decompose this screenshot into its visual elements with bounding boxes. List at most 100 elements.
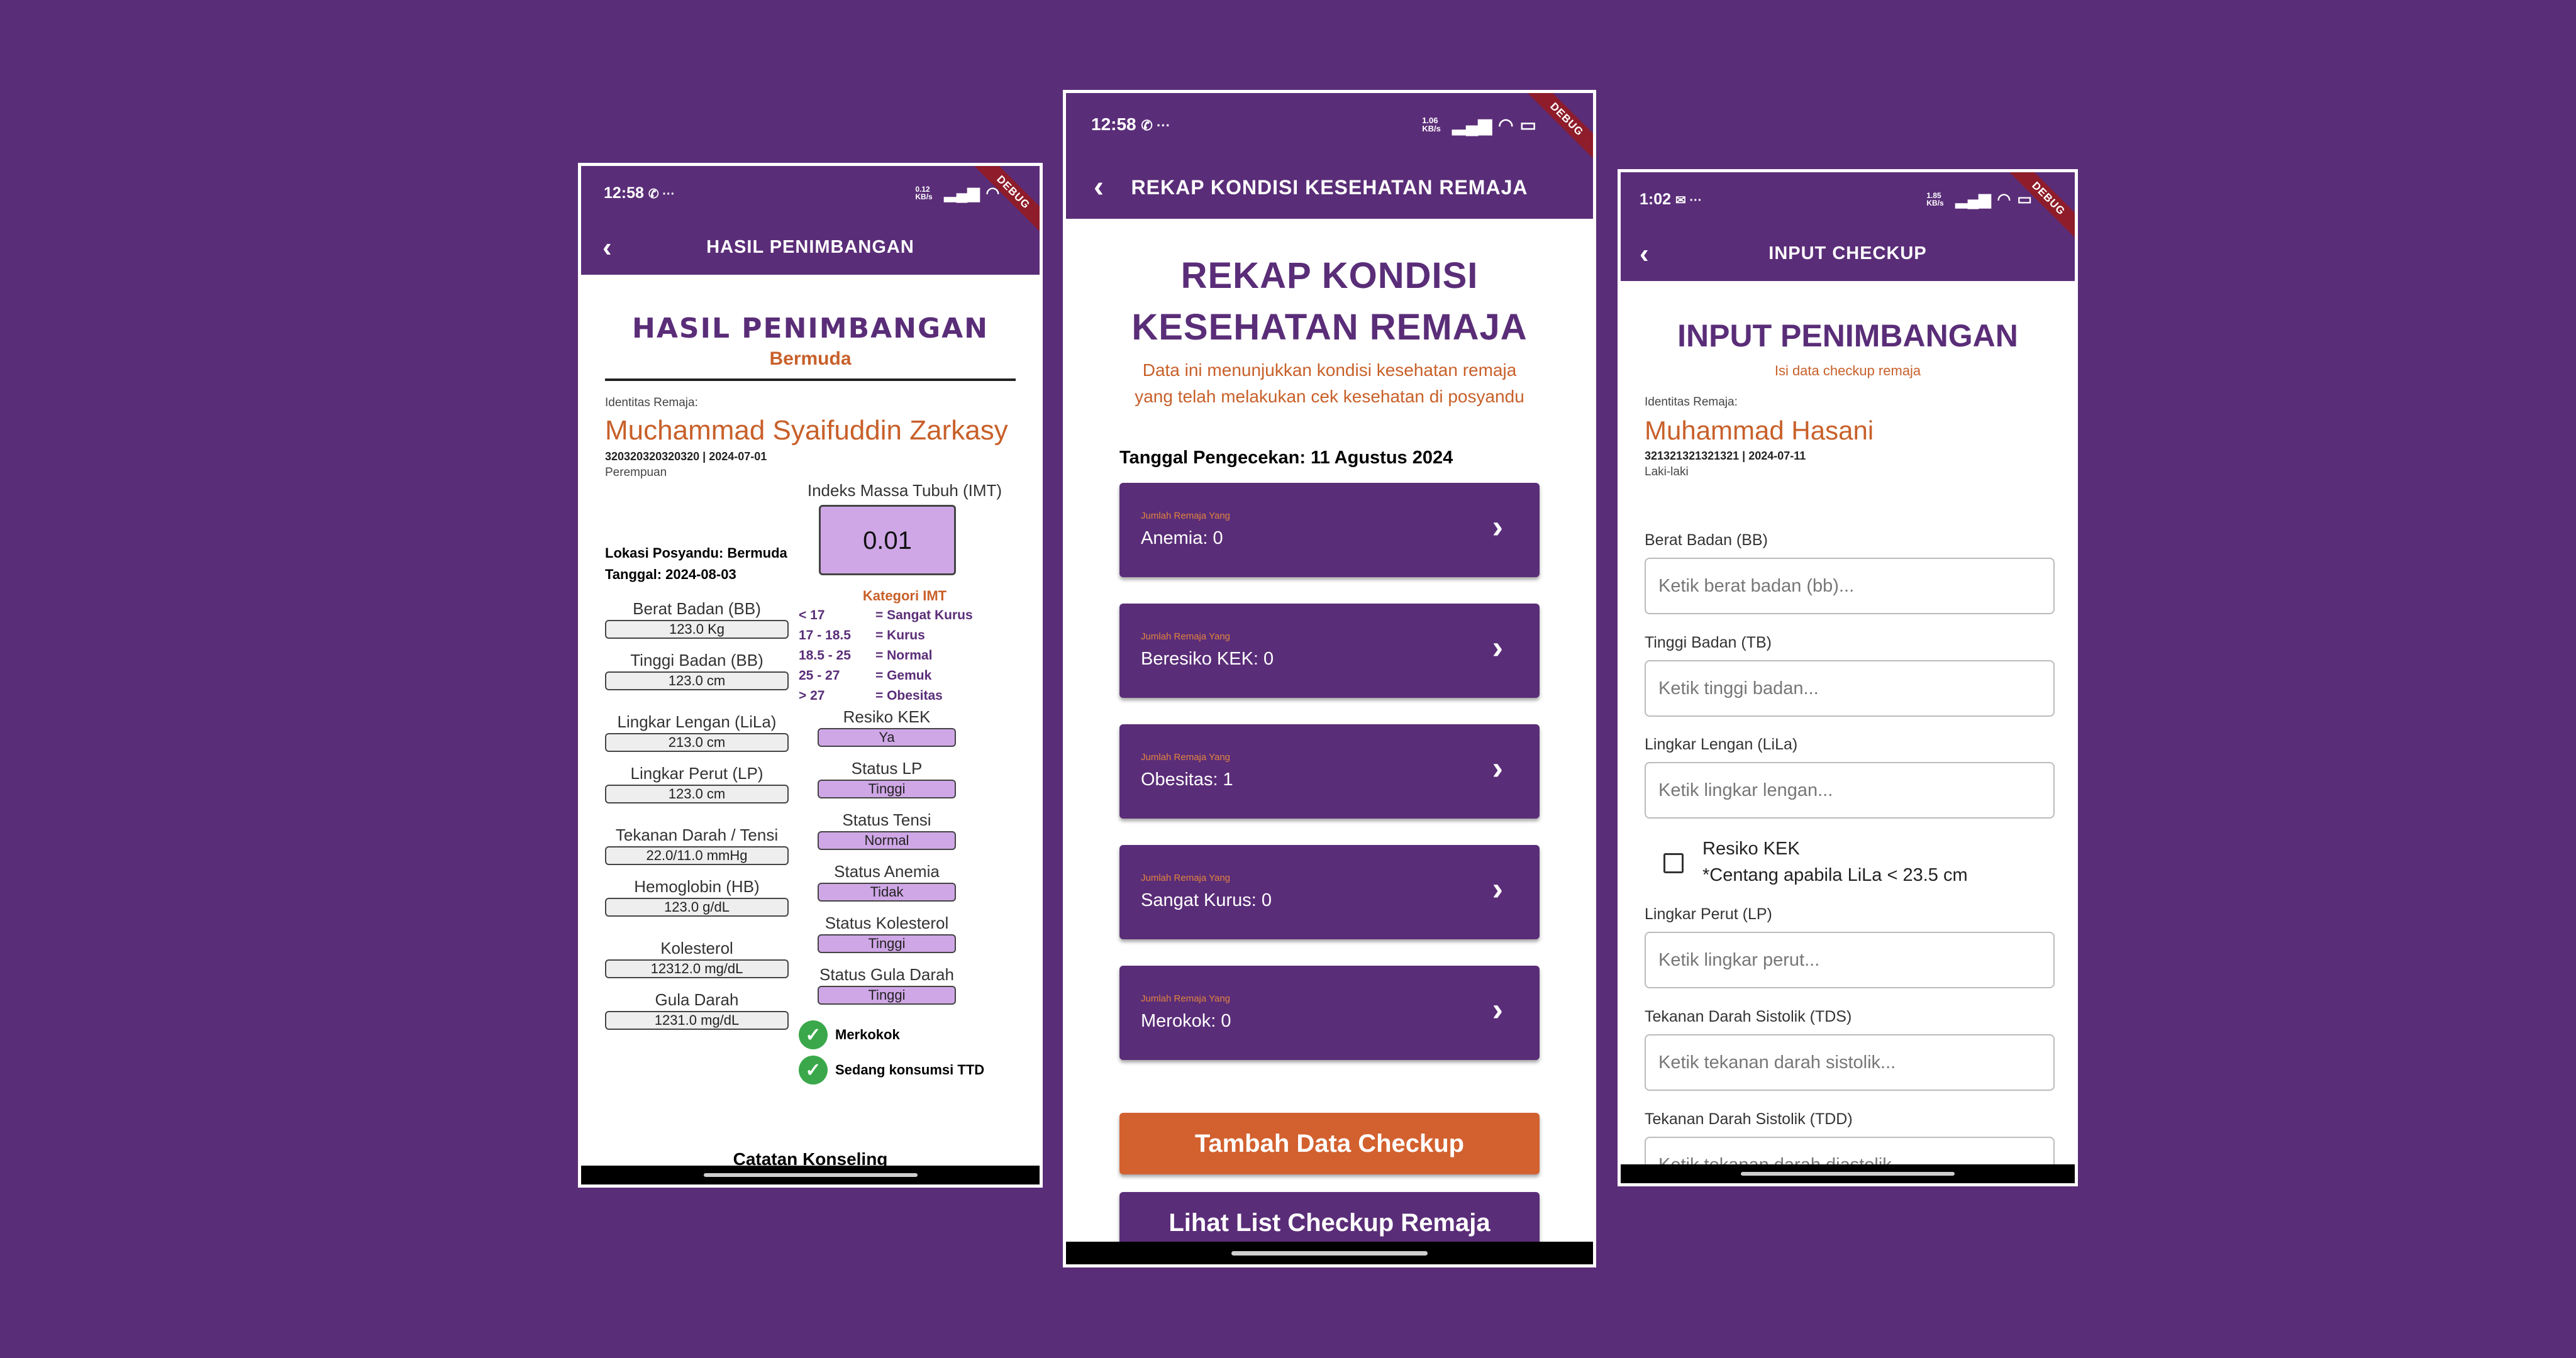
description-line: yang telah melakukan cek kesehatan di po… (1135, 387, 1524, 406)
back-arrow-icon[interactable]: ‹ (1094, 172, 1104, 202)
network-speed: 0.12 KB/s (915, 185, 933, 201)
field-value: 123.0 g/dL (605, 898, 789, 917)
phone-hasil-penimbangan: DEBUG 12:58 ✆ ··· 0.12 KB/s▂▄▆◠▭ ‹ HASIL… (578, 163, 1043, 1188)
status-value: Ya (818, 728, 956, 747)
checkbox-label-line: Resiko KEK (1702, 839, 1800, 859)
card-value: Obesitas: 1 (1141, 770, 1233, 790)
status-kolesterol: Status Kolesterol Tinggi (818, 914, 956, 953)
divider (605, 378, 1016, 381)
status-value: Normal (818, 831, 956, 850)
top-bar: DEBUG 12:58 ✆ ··· 0.12 KB/s▂▄▆◠▭ ‹ HASIL… (581, 166, 1040, 275)
card-obesitas[interactable]: Jumlah Remaja Yang Obesitas: 1 › (1119, 724, 1540, 819)
kategori-desc: = Obesitas (875, 688, 943, 703)
status-icons: ✆ ··· (1141, 118, 1170, 133)
field-tekanan-darah: Tekanan Darah / Tensi 22.0/11.0 mmHg (605, 825, 789, 865)
status-label: Resiko KEK (843, 707, 931, 726)
input-lingkar-perut[interactable]: Ketik lingkar perut... (1645, 932, 2055, 988)
phone-input-checkup: DEBUG 1:02 ✉ ··· 1.85 KB/s ▂▄▆ ◠ ▭ ‹ INPUT … (1618, 169, 2078, 1186)
check-label: Merkokok (835, 1027, 900, 1042)
nav-bar (581, 1166, 1040, 1184)
status-resiko-kek: Resiko KEK Ya (818, 707, 956, 747)
card-caption: Jumlah Remaja Yang (1141, 631, 1231, 642)
back-arrow-icon[interactable]: ‹ (602, 233, 612, 262)
field-gula-darah: Gula Darah 1231.0 mg/dL (605, 990, 789, 1030)
tanggal-pengecekan: Tanggal Pengecekan: 11 Agustus 2024 (1119, 448, 1453, 468)
field-value: 1231.0 mg/dL (605, 1011, 789, 1030)
input-berat-badan[interactable]: Ketik berat badan (bb)... (1645, 558, 2055, 614)
kategori-row: < 17 = Sangat Kurus (799, 608, 973, 623)
page-title: HASIL PENIMBANGAN (632, 312, 989, 345)
app-bar: ‹ REKAP KONDISI KESEHATAN REMAJA (1066, 156, 1593, 219)
status-bar: 12:58 ✆ ··· 1.06 KB/s ▂▄▆ ◠ ▭ (1066, 93, 1593, 156)
status-value: Tidak (818, 883, 956, 902)
chevron-right-icon: › (1492, 871, 1503, 907)
kategori-imt-label: Kategori IMT (862, 588, 947, 604)
input-tds[interactable]: Ketik tekanan darah sistolik... (1645, 1034, 2055, 1091)
field-value: 123.0 cm (605, 671, 789, 690)
label-berat-badan: Berat Badan (BB) (1645, 531, 1768, 549)
imt-value: 0.01 (819, 505, 956, 575)
label-lingkar-lengan: Lingkar Lengan (LiLa) (1645, 736, 1798, 753)
page-title-line: REKAP KONDISI (1180, 255, 1479, 296)
card-anemia[interactable]: Jumlah Remaja Yang Anemia: 0 › (1119, 483, 1540, 577)
identity-label: Identitas Remaja: (605, 396, 698, 409)
field-berat-badan: Berat Badan (BB) 123.0 Kg (605, 599, 789, 639)
field-lingkar-perut: Lingkar Perut (LP) 123.0 cm (605, 764, 789, 803)
appbar-title: REKAP KONDISI KESEHATAN REMAJA (1131, 175, 1528, 199)
status-label: Status LP (851, 759, 923, 778)
patient-gender: Perempuan (605, 466, 667, 479)
patient-id-line: 321321321321321 | 2024-07-11 (1645, 450, 1806, 462)
status-tensi: Status Tensi Normal (818, 810, 956, 850)
network-speed: 1.85 KB/s (1926, 191, 1944, 207)
status-value: Tinggi (818, 780, 956, 798)
field-label: Tinggi Badan (BB) (630, 651, 763, 670)
check-circle-icon: ✓ (799, 1056, 828, 1085)
input-tinggi-badan[interactable]: Ketik tinggi badan... (1645, 660, 2055, 717)
kategori-desc: = Sangat Kurus (875, 608, 973, 622)
signal-icon: ▂▄▆ (944, 184, 980, 202)
card-caption: Jumlah Remaja Yang (1141, 511, 1231, 521)
field-label: Lingkar Lengan (LiLa) (617, 712, 777, 731)
card-beresiko-kek[interactable]: Jumlah Remaja Yang Beresiko KEK: 0 › (1119, 604, 1540, 698)
field-label: Kolesterol (660, 939, 733, 958)
chevron-right-icon: › (1492, 629, 1503, 666)
wifi-icon: ◠ (1498, 114, 1514, 135)
status-icons: ✆ ··· (648, 187, 675, 201)
page-title-line: KESEHATAN REMAJA (1131, 307, 1528, 348)
status-time: 12:58 (604, 184, 644, 202)
card-caption: Jumlah Remaja Yang (1141, 993, 1231, 1004)
home-indicator[interactable] (1231, 1250, 1428, 1256)
card-merokok[interactable]: Jumlah Remaja Yang Merokok: 0 › (1119, 966, 1540, 1060)
home-indicator[interactable] (1741, 1172, 1955, 1176)
card-value: Beresiko KEK: 0 (1141, 649, 1274, 669)
page-subtitle: Bermuda (769, 348, 852, 369)
result-columns: Lokasi Posyandu: Bermuda Tanggal: 2024-0… (605, 481, 1016, 1134)
field-tinggi-badan: Tinggi Badan (BB) 123.0 cm (605, 651, 789, 690)
right-column: Indeks Massa Tubuh (IMT) 0.01 Kategori I… (794, 481, 1016, 1134)
home-indicator[interactable] (703, 1173, 918, 1177)
card-value: Anemia: 0 (1141, 528, 1223, 548)
card-sangat-kurus[interactable]: Jumlah Remaja Yang Sangat Kurus: 0 › (1119, 845, 1540, 939)
field-label: Tekanan Darah / Tensi (615, 825, 779, 844)
status-time: 12:58 (1091, 114, 1136, 134)
check-circle-icon: ✓ (799, 1020, 828, 1049)
back-arrow-icon[interactable]: ‹ (1640, 240, 1649, 268)
network-speed: 1.06 KB/s (1422, 116, 1441, 133)
description-line: Data ini menunjukkan kondisi kesehatan r… (1142, 360, 1517, 380)
check-merokok: ✓ Merkokok (799, 1020, 900, 1049)
input-lingkar-lengan[interactable]: Ketik lingkar lengan... (1645, 762, 2055, 819)
resiko-kek-checkbox[interactable] (1663, 853, 1684, 873)
kategori-row: > 27 = Obesitas (799, 688, 943, 704)
status-value: Tinggi (818, 986, 956, 1005)
kategori-row: 17 - 18.5 = Kurus (799, 628, 925, 643)
status-icons: ✉ ··· (1675, 193, 1702, 207)
label-lingkar-perut: Lingkar Perut (LP) (1645, 905, 1772, 923)
kategori-range: 17 - 18.5 (799, 628, 851, 643)
field-label: Gula Darah (655, 990, 739, 1009)
nav-bar (1066, 1242, 1593, 1264)
field-value: 123.0 cm (605, 785, 789, 803)
card-value: Merokok: 0 (1141, 1011, 1231, 1031)
tambah-data-checkup-button[interactable]: Tambah Data Checkup (1119, 1113, 1540, 1174)
signal-icon: ▂▄▆ (1452, 114, 1492, 135)
status-label: Status Gula Darah (819, 965, 954, 984)
